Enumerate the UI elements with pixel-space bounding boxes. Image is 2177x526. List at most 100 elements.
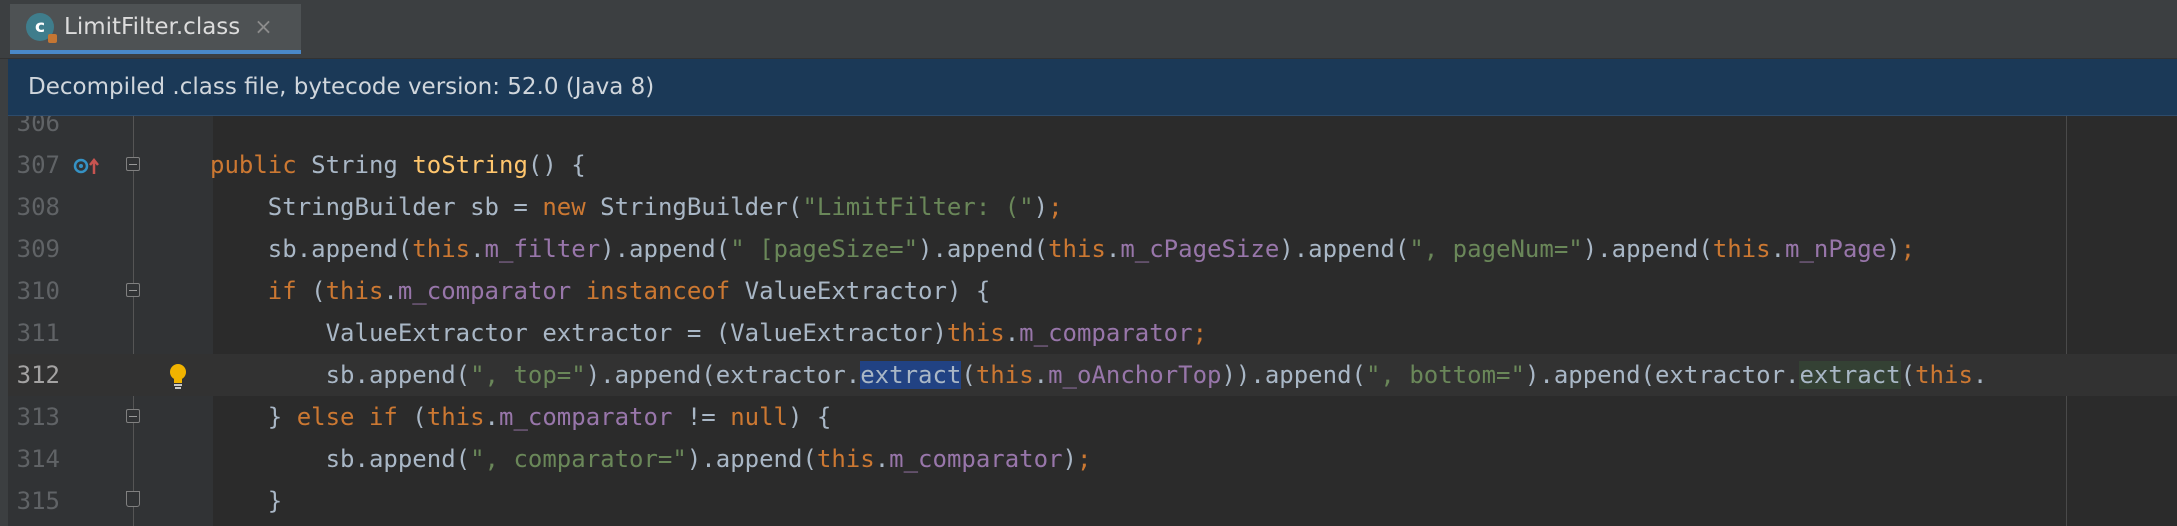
code-token: ) xyxy=(1886,235,1901,263)
line-number: 313 xyxy=(16,403,60,431)
code-token: ", comparator=" xyxy=(470,445,687,473)
code-token: StringBuilder( xyxy=(600,193,803,221)
code-token: ( xyxy=(412,403,427,431)
code-text[interactable]: } xyxy=(210,480,282,522)
line-number: 310 xyxy=(16,277,60,305)
code-token: m_comparator xyxy=(889,445,1063,473)
code-line-312[interactable]: 312 sb.append(", top=").append(extractor… xyxy=(8,354,2177,396)
close-icon[interactable]: × xyxy=(254,15,272,40)
code-token: extract xyxy=(1799,361,1901,389)
code-text[interactable]: public String toString() { xyxy=(210,144,586,186)
line-number: 306 xyxy=(16,116,60,137)
code-token: ( xyxy=(1900,361,1916,389)
code-token: this xyxy=(946,319,1005,347)
code-token: " [pageSize=" xyxy=(730,235,919,263)
code-text[interactable]: ValueExtractor extractor = (ValueExtract… xyxy=(210,312,1207,354)
code-token: ; xyxy=(1048,193,1063,221)
code-token: . xyxy=(874,445,890,473)
code-token: . xyxy=(484,403,499,431)
class-file-icon: c xyxy=(26,13,57,43)
fold-end-icon[interactable] xyxy=(126,491,140,507)
code-token: ) xyxy=(1033,193,1049,221)
code-token: ).append( xyxy=(686,445,817,473)
code-token: this xyxy=(816,445,875,473)
code-line-306[interactable]: 306 xyxy=(8,116,2177,144)
code-token: ; xyxy=(1900,235,1916,263)
code-text[interactable]: sb.append(", top=").append(extractor.ext… xyxy=(210,354,1987,396)
code-line-311[interactable]: 311 ValueExtractor extractor = (ValueExt… xyxy=(8,312,2177,354)
code-token: != xyxy=(686,403,731,431)
code-text[interactable]: if (this.m_comparator instanceof ValueEx… xyxy=(210,270,991,312)
code-token: this xyxy=(1915,361,1973,389)
line-number: 311 xyxy=(16,319,60,347)
code-token: } xyxy=(210,487,283,515)
code-token: else if xyxy=(296,403,413,431)
code-token: ", pageNum=" xyxy=(1409,235,1583,263)
line-number: 309 xyxy=(16,235,60,263)
code-line-315[interactable]: 315 } xyxy=(8,480,2177,522)
code-token: this xyxy=(1712,235,1771,263)
code-token: . xyxy=(1770,235,1786,263)
code-token: ).append( xyxy=(1582,235,1713,263)
code-token: . xyxy=(1105,235,1121,263)
code-token: toString xyxy=(412,151,528,179)
code-line-309[interactable]: 309 sb.append(this.m_filter).append(" [p… xyxy=(8,228,2177,270)
line-number: 314 xyxy=(16,445,60,473)
code-token: ( xyxy=(961,361,976,389)
line-number: 315 xyxy=(16,487,60,515)
code-token: } xyxy=(210,403,297,431)
editor-tab-bar: c LimitFilter.class × xyxy=(0,0,2177,59)
code-token: this xyxy=(325,277,384,305)
code-token: . xyxy=(383,277,398,305)
code-token: m_comparator xyxy=(397,277,586,305)
code-token: m_oAnchorTop xyxy=(1048,361,1222,389)
code-token: sb.append( xyxy=(210,445,471,473)
lightbulb-icon[interactable] xyxy=(166,362,190,390)
code-token: ).append( xyxy=(918,235,1049,263)
code-token: this xyxy=(1048,235,1106,263)
code-token: if xyxy=(267,277,312,305)
code-token: ( xyxy=(311,277,326,305)
code-text[interactable]: sb.append(this.m_filter).append(" [pageS… xyxy=(210,228,1915,270)
code-editor[interactable]: 306 307 public String toString() {308 Stri… xyxy=(8,116,2177,526)
fold-toggle-icon[interactable] xyxy=(126,409,140,423)
code-token: . xyxy=(1972,361,1988,389)
decompiled-notice-banner: Decompiled .class file, bytecode version… xyxy=(8,59,2177,116)
code-token: m_filter xyxy=(484,235,601,263)
code-token: ).append(extractor. xyxy=(1524,361,1800,389)
line-number: 307 xyxy=(16,151,60,179)
code-token: ).append( xyxy=(1279,235,1410,263)
code-token: ).append( xyxy=(600,235,731,263)
code-text[interactable]: StringBuilder sb = new StringBuilder("Li… xyxy=(210,186,1063,228)
code-token: )).append( xyxy=(1221,361,1366,389)
code-token: ) xyxy=(1062,445,1077,473)
code-token: m_nPage xyxy=(1785,235,1887,263)
tab-limitfilter-class[interactable]: c LimitFilter.class × xyxy=(10,4,301,54)
code-line-313[interactable]: 313 } else if (this.m_comparator != null… xyxy=(8,396,2177,438)
code-text[interactable]: sb.append(", comparator=").append(this.m… xyxy=(210,438,1092,480)
code-token: "LimitFilter: (" xyxy=(802,193,1034,221)
code-token: () { xyxy=(527,151,586,179)
overrides-method-icon[interactable] xyxy=(72,156,112,176)
code-token: sb.append( xyxy=(210,235,413,263)
code-token: null xyxy=(730,403,788,431)
code-token: ", top=" xyxy=(470,361,586,389)
code-token: ; xyxy=(1076,445,1092,473)
code-token: . xyxy=(1033,361,1049,389)
code-token: String xyxy=(311,151,413,179)
fold-toggle-icon[interactable] xyxy=(126,157,140,171)
code-line-310[interactable]: 310 if (this.m_comparator instanceof Val… xyxy=(8,270,2177,312)
code-token: extract xyxy=(860,361,962,389)
code-token: new xyxy=(542,193,601,221)
code-token: StringBuilder sb = xyxy=(210,193,543,221)
code-token: . xyxy=(1004,319,1020,347)
code-token: m_comparator xyxy=(1019,319,1193,347)
code-token: ", bottom=" xyxy=(1365,361,1525,389)
code-line-308[interactable]: 308 StringBuilder sb = new StringBuilder… xyxy=(8,186,2177,228)
fold-toggle-icon[interactable] xyxy=(126,283,140,297)
code-text[interactable]: } else if (this.m_comparator != null) { xyxy=(210,396,832,438)
code-line-314[interactable]: 314 sb.append(", comparator=").append(th… xyxy=(8,438,2177,480)
code-line-307[interactable]: 307 public String toString() { xyxy=(8,144,2177,186)
left-tool-strip xyxy=(0,58,8,526)
